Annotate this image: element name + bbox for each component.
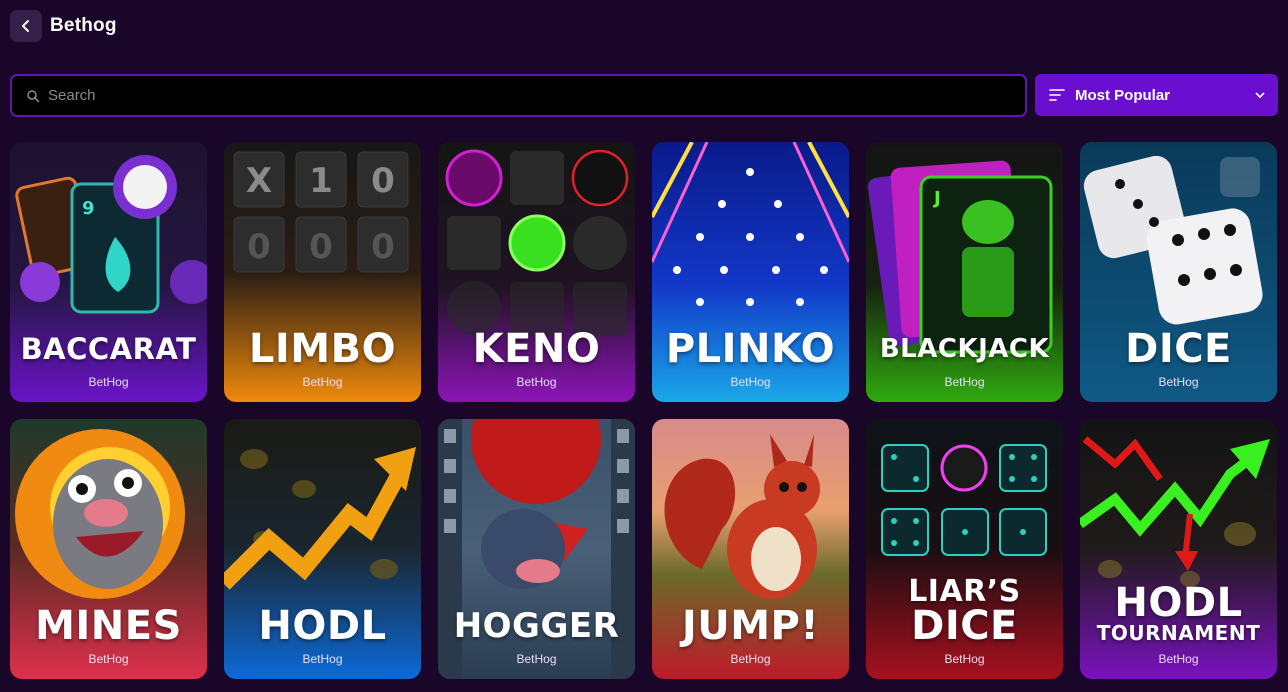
svg-text:J: J	[932, 188, 941, 209]
game-provider: BetHog	[730, 375, 771, 389]
page-header: Bethog	[10, 10, 117, 42]
game-card-dice[interactable]: DICE BetHog	[1080, 142, 1277, 402]
game-provider: BetHog	[730, 652, 771, 666]
game-title: MINES	[35, 603, 182, 649]
game-provider: BetHog	[944, 652, 985, 666]
game-card-blackjack[interactable]: J BLACKJACK BetHog	[866, 142, 1063, 402]
search-bar[interactable]	[10, 74, 1027, 117]
game-card-hodl-tournament[interactable]: HODL TOURNAMENT BetHog	[1080, 419, 1277, 679]
game-card-keno[interactable]: KENO BetHog	[438, 142, 635, 402]
game-title-line2: DICE	[911, 603, 1018, 649]
svg-text:0: 0	[371, 227, 395, 267]
chevron-down-icon	[1255, 92, 1265, 98]
game-provider: BetHog	[516, 652, 557, 666]
game-provider: BetHog	[944, 375, 985, 389]
game-title: HODL	[1114, 580, 1243, 626]
game-card-limbo[interactable]: X10 000 LIMBO BetHog	[224, 142, 421, 402]
game-title: LIMBO	[248, 326, 397, 372]
game-provider: BetHog	[302, 375, 343, 389]
game-title: KENO	[472, 326, 601, 372]
game-card-hogger[interactable]: HOGGER BetHog	[438, 419, 635, 679]
game-card-hodl[interactable]: HODL BetHog	[224, 419, 421, 679]
game-card-jump[interactable]: JUMP! BetHog	[652, 419, 849, 679]
search-icon	[27, 89, 40, 102]
game-card-plinko[interactable]: PLINKO BetHog	[652, 142, 849, 402]
game-card-liars-dice[interactable]: LIAR’S DICE BetHog	[866, 419, 1063, 679]
game-card-baccarat[interactable]: 9 BACCARAT BetHog	[10, 142, 207, 402]
game-card-mines[interactable]: MINES BetHog	[10, 419, 207, 679]
game-provider: BetHog	[516, 375, 557, 389]
svg-text:0: 0	[247, 227, 271, 267]
game-title: BLACKJACK	[879, 334, 1050, 364]
svg-text:0: 0	[371, 161, 395, 201]
game-title: BACCARAT	[20, 332, 197, 366]
game-title: PLINKO	[665, 326, 836, 372]
svg-text:X: X	[246, 161, 272, 201]
svg-text:1: 1	[309, 161, 333, 201]
game-title-line2: TOURNAMENT	[1096, 621, 1261, 645]
game-provider: BetHog	[1158, 375, 1199, 389]
sort-selected-label: Most Popular	[1075, 86, 1171, 104]
search-input[interactable]	[48, 87, 948, 104]
game-title: DICE	[1125, 326, 1232, 372]
game-provider: BetHog	[88, 375, 129, 389]
game-title: HODL	[258, 603, 387, 649]
back-button[interactable]	[10, 10, 42, 42]
svg-text:9: 9	[82, 198, 95, 219]
sort-lines-icon	[1049, 89, 1065, 101]
game-title: JUMP!	[681, 603, 820, 649]
game-provider: BetHog	[1158, 652, 1199, 666]
game-provider: BetHog	[302, 652, 343, 666]
game-title: HOGGER	[453, 606, 620, 646]
sort-dropdown[interactable]: Most Popular	[1035, 74, 1278, 116]
page-title: Bethog	[50, 15, 117, 36]
game-provider: BetHog	[88, 652, 129, 666]
chevron-left-icon	[22, 20, 29, 32]
svg-text:0: 0	[309, 227, 333, 267]
